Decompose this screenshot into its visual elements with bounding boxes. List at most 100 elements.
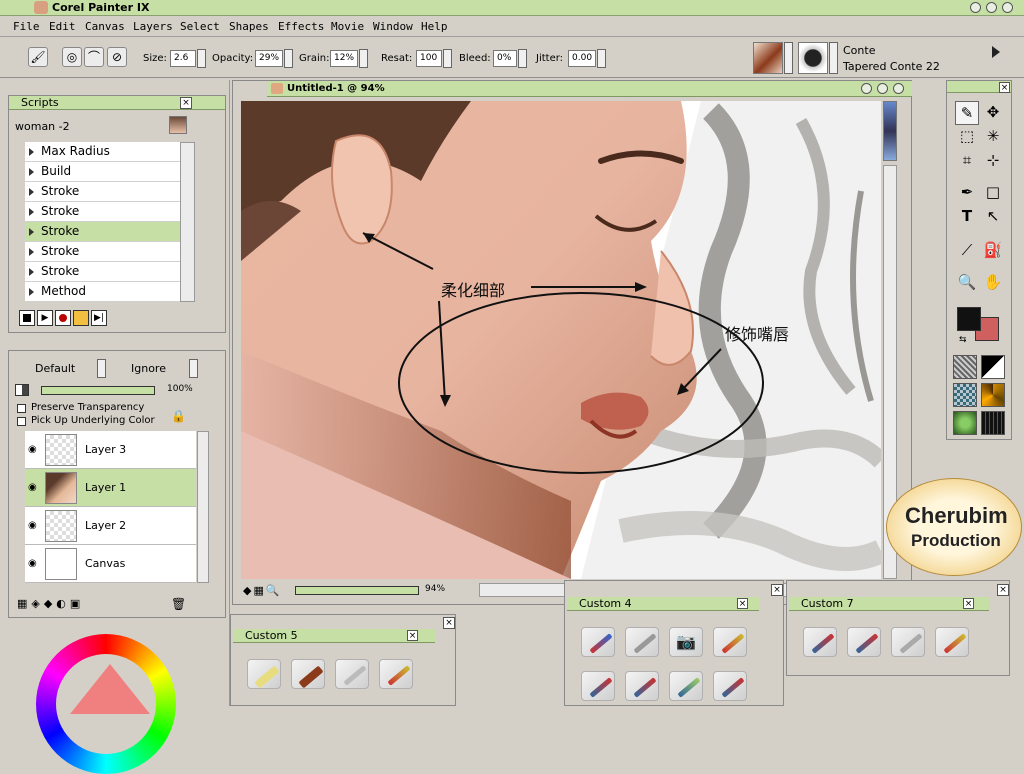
step-script-button[interactable]: ▶| bbox=[91, 310, 107, 326]
zoom-slider[interactable] bbox=[295, 586, 419, 595]
script-item[interactable]: Stroke bbox=[25, 262, 188, 282]
bleed-input[interactable]: 0% bbox=[493, 50, 517, 67]
resat-slider-toggle[interactable] bbox=[443, 49, 452, 68]
brush-selector-expand-icon[interactable] bbox=[992, 46, 1000, 58]
brush-variant-icon[interactable] bbox=[935, 627, 969, 657]
brush-variant-icon[interactable] bbox=[713, 627, 747, 657]
menu-shapes[interactable]: Shapes bbox=[229, 20, 269, 33]
menu-canvas[interactable]: Canvas bbox=[85, 20, 125, 33]
custom-5-close-icon[interactable]: × bbox=[407, 630, 418, 641]
script-item[interactable]: Stroke bbox=[25, 182, 188, 202]
rectangle-shape-icon[interactable]: □ bbox=[981, 181, 1005, 205]
composite-depth-dropdown[interactable] bbox=[189, 359, 198, 378]
delete-layer-icon[interactable]: 🗑 bbox=[171, 597, 186, 611]
brush-variant-icon[interactable] bbox=[625, 671, 659, 701]
canvas-artwork[interactable]: 柔化细部 修饰嘴唇 bbox=[241, 101, 881, 579]
layer-row-selected[interactable]: ◉ Layer 1 bbox=[25, 469, 196, 507]
script-item[interactable]: Stroke bbox=[25, 242, 188, 262]
script-item[interactable]: Method bbox=[25, 282, 188, 302]
selection-adjuster-icon[interactable]: ⊹ bbox=[981, 149, 1005, 173]
brush-variant-icon[interactable] bbox=[803, 627, 837, 657]
look-selector[interactable] bbox=[953, 411, 977, 435]
brush-variant-swatch[interactable] bbox=[798, 42, 828, 74]
script-item[interactable]: Stroke bbox=[25, 202, 188, 222]
magic-wand-icon[interactable]: ✳ bbox=[981, 125, 1005, 149]
brush-variant-icon[interactable] bbox=[291, 659, 325, 689]
custom-7-header[interactable]: Custom 7 bbox=[789, 597, 989, 611]
document-close-button[interactable] bbox=[893, 83, 904, 94]
brush-category-dropdown[interactable] bbox=[784, 42, 793, 74]
menu-edit[interactable]: Edit bbox=[49, 20, 76, 33]
grain-input[interactable]: 12% bbox=[330, 50, 358, 67]
custom-7-outer-close-icon[interactable]: × bbox=[997, 584, 1009, 596]
visibility-eye-icon[interactable]: ◉ bbox=[28, 520, 37, 531]
rectangular-select-icon[interactable]: ⬚ bbox=[955, 125, 979, 149]
layer-adjuster-icon[interactable]: ✥ bbox=[981, 101, 1005, 125]
nozzle-selector[interactable] bbox=[981, 383, 1005, 407]
composite-depth-select[interactable]: Ignore bbox=[131, 362, 166, 375]
grabber-hand-icon[interactable]: ✋ bbox=[981, 271, 1005, 295]
menu-window[interactable]: Window bbox=[373, 20, 413, 33]
script-item[interactable]: Build bbox=[25, 162, 188, 182]
brush-variant-icon[interactable] bbox=[581, 627, 615, 657]
custom-4-header[interactable]: Custom 4 bbox=[567, 597, 759, 611]
custom-4-outer-close-icon[interactable]: × bbox=[771, 584, 783, 596]
jitter-input[interactable]: 0.00 bbox=[568, 50, 596, 67]
pen-tool-icon[interactable]: ✒ bbox=[955, 181, 979, 205]
composite-method-dropdown[interactable] bbox=[97, 359, 106, 378]
toolbox-close-icon[interactable]: × bbox=[999, 82, 1010, 93]
script-item-selected[interactable]: Stroke bbox=[25, 222, 188, 242]
brush-category-swatch[interactable] bbox=[753, 42, 783, 74]
grain-slider-toggle[interactable] bbox=[359, 49, 368, 68]
document-titlebar[interactable]: Untitled-1 @ 94% bbox=[267, 81, 912, 97]
magnifier-icon[interactable]: 🔍 bbox=[955, 271, 979, 295]
script-item[interactable]: Max Radius bbox=[25, 142, 188, 162]
text-tool-icon[interactable]: T bbox=[955, 205, 979, 229]
play-script-button[interactable]: ▶ bbox=[37, 310, 53, 326]
brush-ghost-icon[interactable]: ⊘ bbox=[107, 47, 127, 67]
document-maximize-button[interactable] bbox=[877, 83, 888, 94]
opacity-slider-toggle[interactable] bbox=[284, 49, 293, 68]
size-input[interactable]: 2.6 bbox=[170, 50, 196, 67]
brush-variant-icon[interactable] bbox=[247, 659, 281, 689]
stroke-type-line-icon[interactable]: ⌒ bbox=[84, 47, 104, 67]
brush-tool-icon[interactable]: 🖌 bbox=[28, 47, 48, 67]
layer-row[interactable]: ◉ Layer 2 bbox=[25, 507, 196, 545]
document-minimize-button[interactable] bbox=[861, 83, 872, 94]
view-mode-icons[interactable]: ◆▦🔍 bbox=[243, 584, 287, 598]
brush-variant-icon[interactable] bbox=[669, 671, 703, 701]
scripts-palette-header[interactable]: Scripts bbox=[9, 96, 225, 110]
layer-row[interactable]: ◉ Canvas bbox=[25, 545, 196, 583]
menu-movie[interactable]: Movie bbox=[331, 20, 364, 33]
maximize-button[interactable] bbox=[986, 2, 997, 13]
pause-script-button[interactable] bbox=[73, 310, 89, 326]
doc-side-buttons[interactable] bbox=[883, 101, 897, 161]
resat-input[interactable]: 100 bbox=[416, 50, 442, 67]
paint-bucket-icon[interactable]: ⛽ bbox=[981, 239, 1005, 263]
brush-variant-icon[interactable] bbox=[379, 659, 413, 689]
layers-scrollbar[interactable] bbox=[197, 431, 209, 583]
dropper-tool-icon[interactable]: ⟋ bbox=[955, 239, 979, 263]
custom-7-close-icon[interactable]: × bbox=[963, 598, 974, 609]
brush-variant-icon[interactable] bbox=[581, 671, 615, 701]
menu-help[interactable]: Help bbox=[421, 20, 448, 33]
script-thumbnail[interactable] bbox=[169, 116, 187, 134]
layer-row[interactable]: ◉ Layer 3 bbox=[25, 431, 196, 469]
close-button[interactable] bbox=[1002, 2, 1013, 13]
crop-tool-icon[interactable]: ⌗ bbox=[955, 149, 979, 173]
brush-variant-icon[interactable] bbox=[847, 627, 881, 657]
brush-variant-icon[interactable] bbox=[335, 659, 369, 689]
size-slider-toggle[interactable] bbox=[197, 49, 206, 68]
menu-effects[interactable]: Effects bbox=[278, 20, 324, 33]
brush-tool-icon[interactable]: ✎ bbox=[955, 101, 979, 125]
menu-layers[interactable]: Layers bbox=[133, 20, 173, 33]
paper-texture-selector[interactable] bbox=[953, 355, 977, 379]
brush-variant-dropdown[interactable] bbox=[829, 42, 838, 74]
gradient-selector[interactable] bbox=[981, 355, 1005, 379]
primary-color-swatch[interactable] bbox=[957, 307, 981, 331]
menu-file[interactable]: File bbox=[13, 20, 40, 33]
visibility-eye-icon[interactable]: ◉ bbox=[28, 444, 37, 455]
opacity-input[interactable]: 29% bbox=[255, 50, 283, 67]
minimize-button[interactable] bbox=[970, 2, 981, 13]
custom-5-header[interactable]: Custom 5 bbox=[233, 629, 435, 643]
